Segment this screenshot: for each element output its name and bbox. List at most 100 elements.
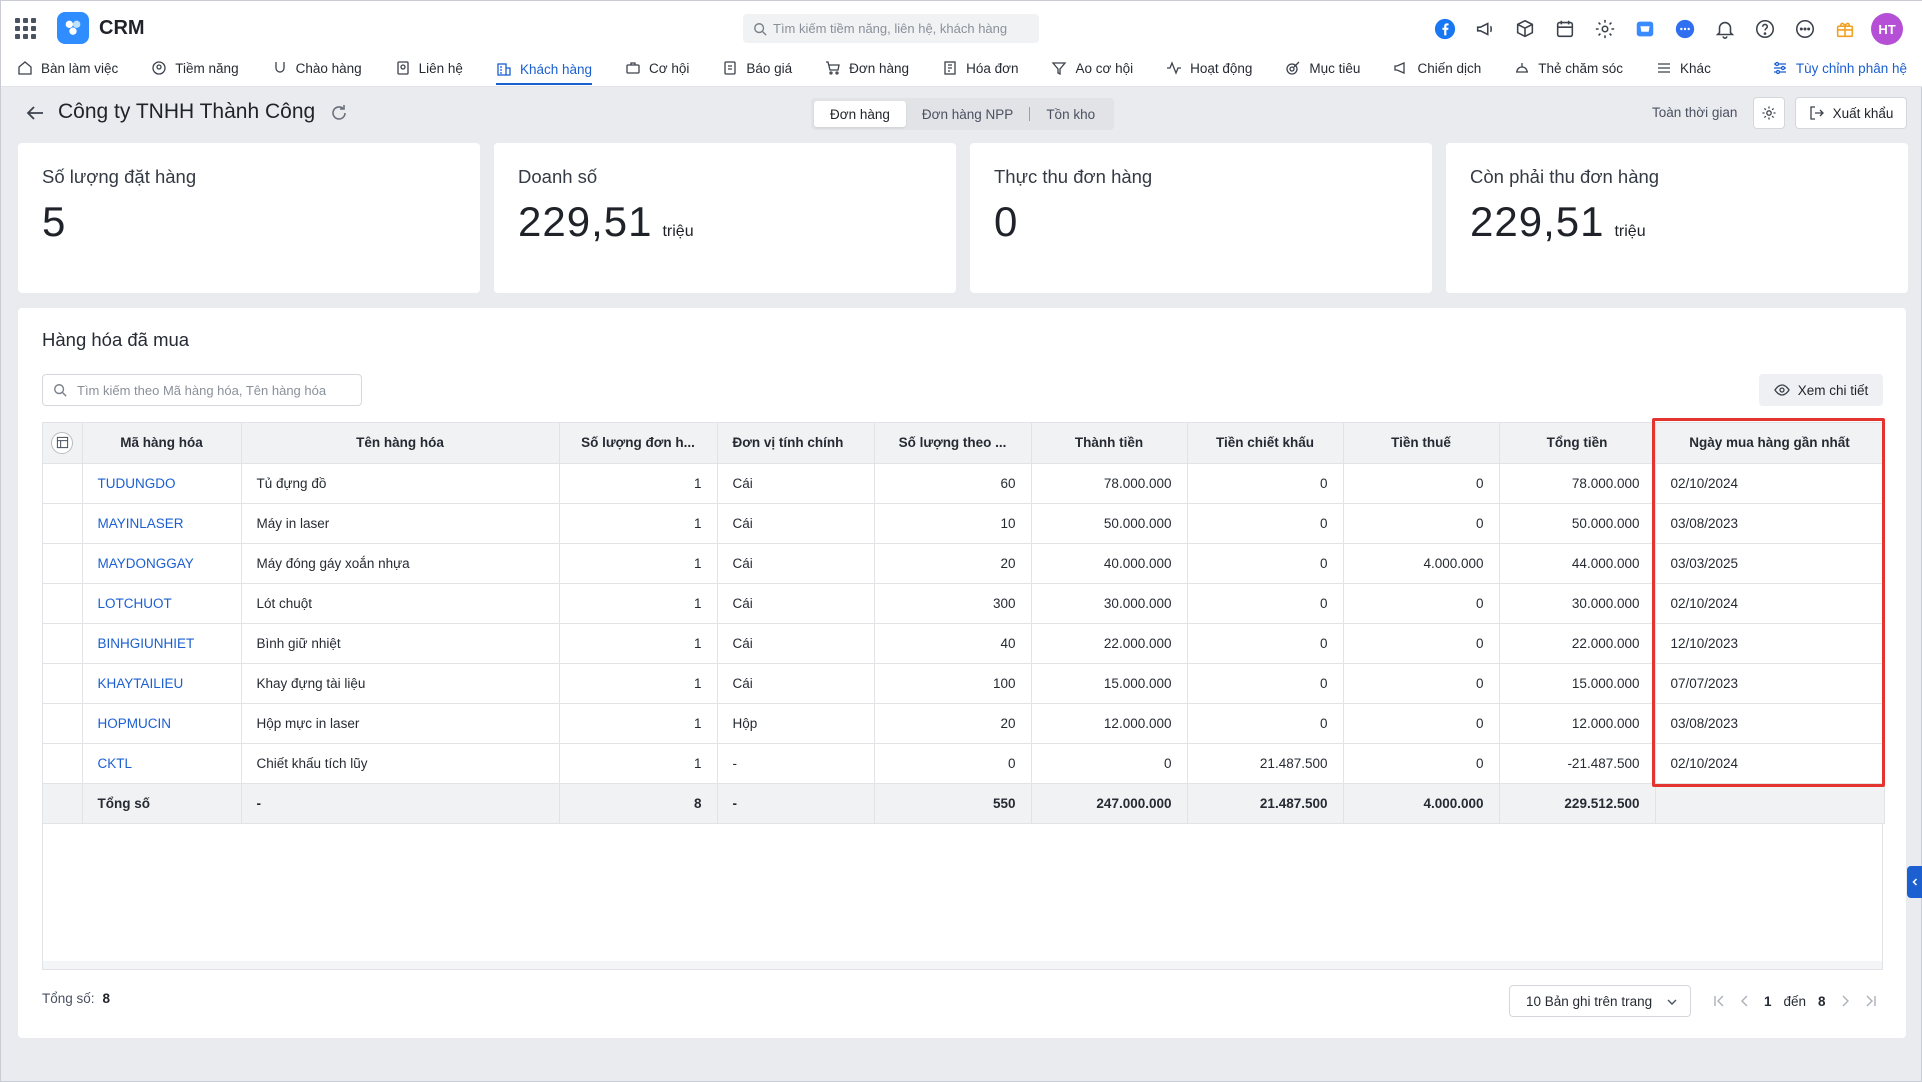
- table-cell: Cái: [717, 623, 875, 664]
- table-row[interactable]: TUDUNGDO Tủ đựng đồ 1 Cái 60 78.000.000 0 0 78.0…: [43, 463, 1885, 504]
- row-gutter-cell: [43, 703, 83, 744]
- table-cell: 02/10/2024: [1655, 743, 1885, 784]
- table-row[interactable]: LOTCHUOT Lót chuột 1 Cái 300 30.000.000 0 0 30.0…: [43, 583, 1885, 624]
- product-code-link[interactable]: KHAYTAILIEU: [82, 663, 242, 704]
- nav-item-don-hang[interactable]: Đơn hàng: [825, 55, 909, 81]
- nav-item-chien-dich[interactable]: Chiến dịch: [1393, 55, 1481, 81]
- product-code-link[interactable]: MAYINLASER: [82, 503, 242, 544]
- table-row[interactable]: KHAYTAILIEU Khay đựng tài liệu 1 Cái 100 15.0…: [43, 663, 1885, 704]
- back-arrow-icon[interactable]: [23, 101, 47, 125]
- nav-item-chao-hang[interactable]: Chào hàng: [272, 55, 362, 81]
- gift-icon[interactable]: [1831, 15, 1859, 43]
- table-cell: 0: [1343, 623, 1500, 664]
- period-filter[interactable]: Toàn thời gian: [1652, 105, 1737, 120]
- nav-item-co-hoi[interactable]: Cơ hội: [625, 55, 689, 81]
- next-page-icon[interactable]: [1838, 994, 1852, 1008]
- nav-item-khach-hang[interactable]: Khách hàng: [495, 55, 592, 85]
- prev-page-icon[interactable]: [1738, 994, 1752, 1008]
- nav-item-hoat-dong[interactable]: Hoạt động: [1166, 55, 1252, 81]
- product-code-link[interactable]: TUDUNGDO: [82, 463, 242, 504]
- store-icon[interactable]: [1631, 15, 1659, 43]
- tab-don-hang[interactable]: Đơn hàng: [814, 101, 906, 127]
- nav-item-the-cham-soc[interactable]: Thẻ chăm sóc: [1514, 55, 1623, 81]
- table-row[interactable]: CKTL Chiết khấu tích lũy 1-0 0 21.487.500 0 -2…: [43, 743, 1885, 784]
- table-cell: 1: [559, 543, 718, 584]
- table-cell: 0: [1343, 463, 1500, 504]
- chevron-down-icon: [1667, 999, 1677, 1005]
- building-icon: [497, 63, 511, 76]
- table-cell: 21.487.500: [1187, 783, 1344, 824]
- page-size-select[interactable]: 10 Bản ghi trên trang: [1509, 985, 1691, 1017]
- customize-modules-link[interactable]: Tùy chỉnh phân hệ: [1772, 55, 1907, 81]
- goods-table: Mã hàng hóa Tên hàng hóa Số lượng đơn h.…: [43, 423, 1885, 824]
- column-header[interactable]: Mã hàng hóa: [82, 423, 242, 464]
- nav-item-bao-gia[interactable]: Báo giá: [722, 55, 792, 81]
- table-cell: 4.000.000: [1343, 783, 1500, 824]
- package-search-icon[interactable]: [1511, 15, 1539, 43]
- settings-icon[interactable]: [1591, 15, 1619, 43]
- column-header[interactable]: Tên hàng hóa: [241, 423, 560, 464]
- product-code-link[interactable]: BINHGIUNHIET: [82, 623, 242, 664]
- table-cell: 12.000.000: [1031, 703, 1188, 744]
- horizontal-scrollbar[interactable]: [43, 961, 1882, 969]
- table-row[interactable]: MAYINLASER Máy in laser 1 Cái 10 50.000.000 0 0…: [43, 503, 1885, 544]
- table-cell: 0: [1187, 703, 1344, 744]
- nav-item-lien-he[interactable]: Liên hệ: [395, 55, 463, 81]
- nav-item-khac[interactable]: Khác: [1656, 55, 1711, 81]
- chat-icon[interactable]: [1671, 15, 1699, 43]
- column-header[interactable]: Số lượng theo ...: [874, 423, 1032, 464]
- table-cell: 20: [874, 703, 1032, 744]
- bell-icon[interactable]: [1711, 15, 1739, 43]
- nav-item-ao-co-hoi[interactable]: Ao cơ hội: [1051, 55, 1133, 81]
- column-header[interactable]: Tổng tiền: [1499, 423, 1656, 464]
- column-header[interactable]: Tiền chiết khấu: [1187, 423, 1344, 464]
- settings-button[interactable]: [1753, 97, 1785, 129]
- product-code-link[interactable]: LOTCHUOT: [82, 583, 242, 624]
- table-cell: 50.000.000: [1499, 503, 1656, 544]
- table-cell: 78.000.000: [1031, 463, 1188, 504]
- megaphone-icon[interactable]: [1471, 15, 1499, 43]
- nav-item-tiem-nang[interactable]: Tiềm năng: [151, 55, 239, 81]
- product-code-link[interactable]: MAYDONGGAY: [82, 543, 242, 584]
- activity-icon: [1167, 61, 1182, 75]
- tab-don-hang-npp[interactable]: Đơn hàng NPP: [906, 101, 1029, 127]
- help-icon[interactable]: [1751, 15, 1779, 43]
- export-button[interactable]: Xuất khẩu: [1795, 97, 1907, 129]
- product-code-link[interactable]: CKTL: [82, 743, 242, 784]
- table-cell: Cái: [717, 503, 875, 544]
- table-row[interactable]: HOPMUCIN Hộp mực in laser 1 Hộp 20 12.000.000…: [43, 703, 1885, 744]
- table-cell: 300: [874, 583, 1032, 624]
- table-cell: Khay đựng tài liệu: [241, 663, 560, 704]
- column-header[interactable]: Ngày mua hàng gần nhất: [1655, 423, 1885, 464]
- table-row[interactable]: MAYDONGGAY Máy đóng gáy xoắn nhựa 1 Cái 20 40…: [43, 543, 1885, 584]
- first-page-icon[interactable]: [1712, 994, 1726, 1008]
- calendar-icon[interactable]: [1551, 15, 1579, 43]
- side-panel-toggle[interactable]: [1907, 866, 1922, 898]
- nav-item-hoa-don[interactable]: Hóa đơn: [942, 55, 1018, 81]
- view-detail-button[interactable]: Xem chi tiết: [1759, 374, 1883, 406]
- table-row[interactable]: BINHGIUNHIET Bình giữ nhiệt 1 Cái 40 22.000.0…: [43, 623, 1885, 664]
- last-page-icon[interactable]: [1864, 994, 1878, 1008]
- column-header[interactable]: Tiền thuế: [1343, 423, 1500, 464]
- nav-item-muc-tieu[interactable]: Mục tiêu: [1285, 55, 1360, 81]
- table-cell: -21.487.500: [1499, 743, 1656, 784]
- more-icon[interactable]: [1791, 15, 1819, 43]
- table-cell: 03/08/2023: [1655, 703, 1885, 744]
- column-settings-icon[interactable]: [51, 431, 74, 454]
- goods-search-input[interactable]: Tìm kiếm theo Mã hàng hóa, Tên hàng hóa: [42, 374, 362, 406]
- table-cell: Cái: [717, 463, 875, 504]
- crm-logo-icon[interactable]: [57, 12, 89, 44]
- table-cell: 0: [1187, 583, 1344, 624]
- app-grid-icon[interactable]: [15, 16, 39, 40]
- nav-item-ban-lam-viec[interactable]: Bàn làm việc: [17, 55, 118, 81]
- product-code-link[interactable]: HOPMUCIN: [82, 703, 242, 744]
- table-cell: Chiết khấu tích lũy: [241, 743, 560, 784]
- refresh-icon[interactable]: [329, 103, 349, 123]
- column-header[interactable]: Đơn vị tính chính: [717, 423, 875, 464]
- tab-ton-kho[interactable]: Tồn kho: [1030, 101, 1111, 127]
- global-search-input[interactable]: Tìm kiếm tiềm năng, liên hệ, khách hàng: [743, 14, 1039, 43]
- column-header[interactable]: Thành tiền: [1031, 423, 1188, 464]
- facebook-icon[interactable]: [1431, 15, 1459, 43]
- column-header[interactable]: Số lượng đơn h...: [559, 423, 718, 464]
- user-avatar[interactable]: HT: [1871, 13, 1903, 45]
